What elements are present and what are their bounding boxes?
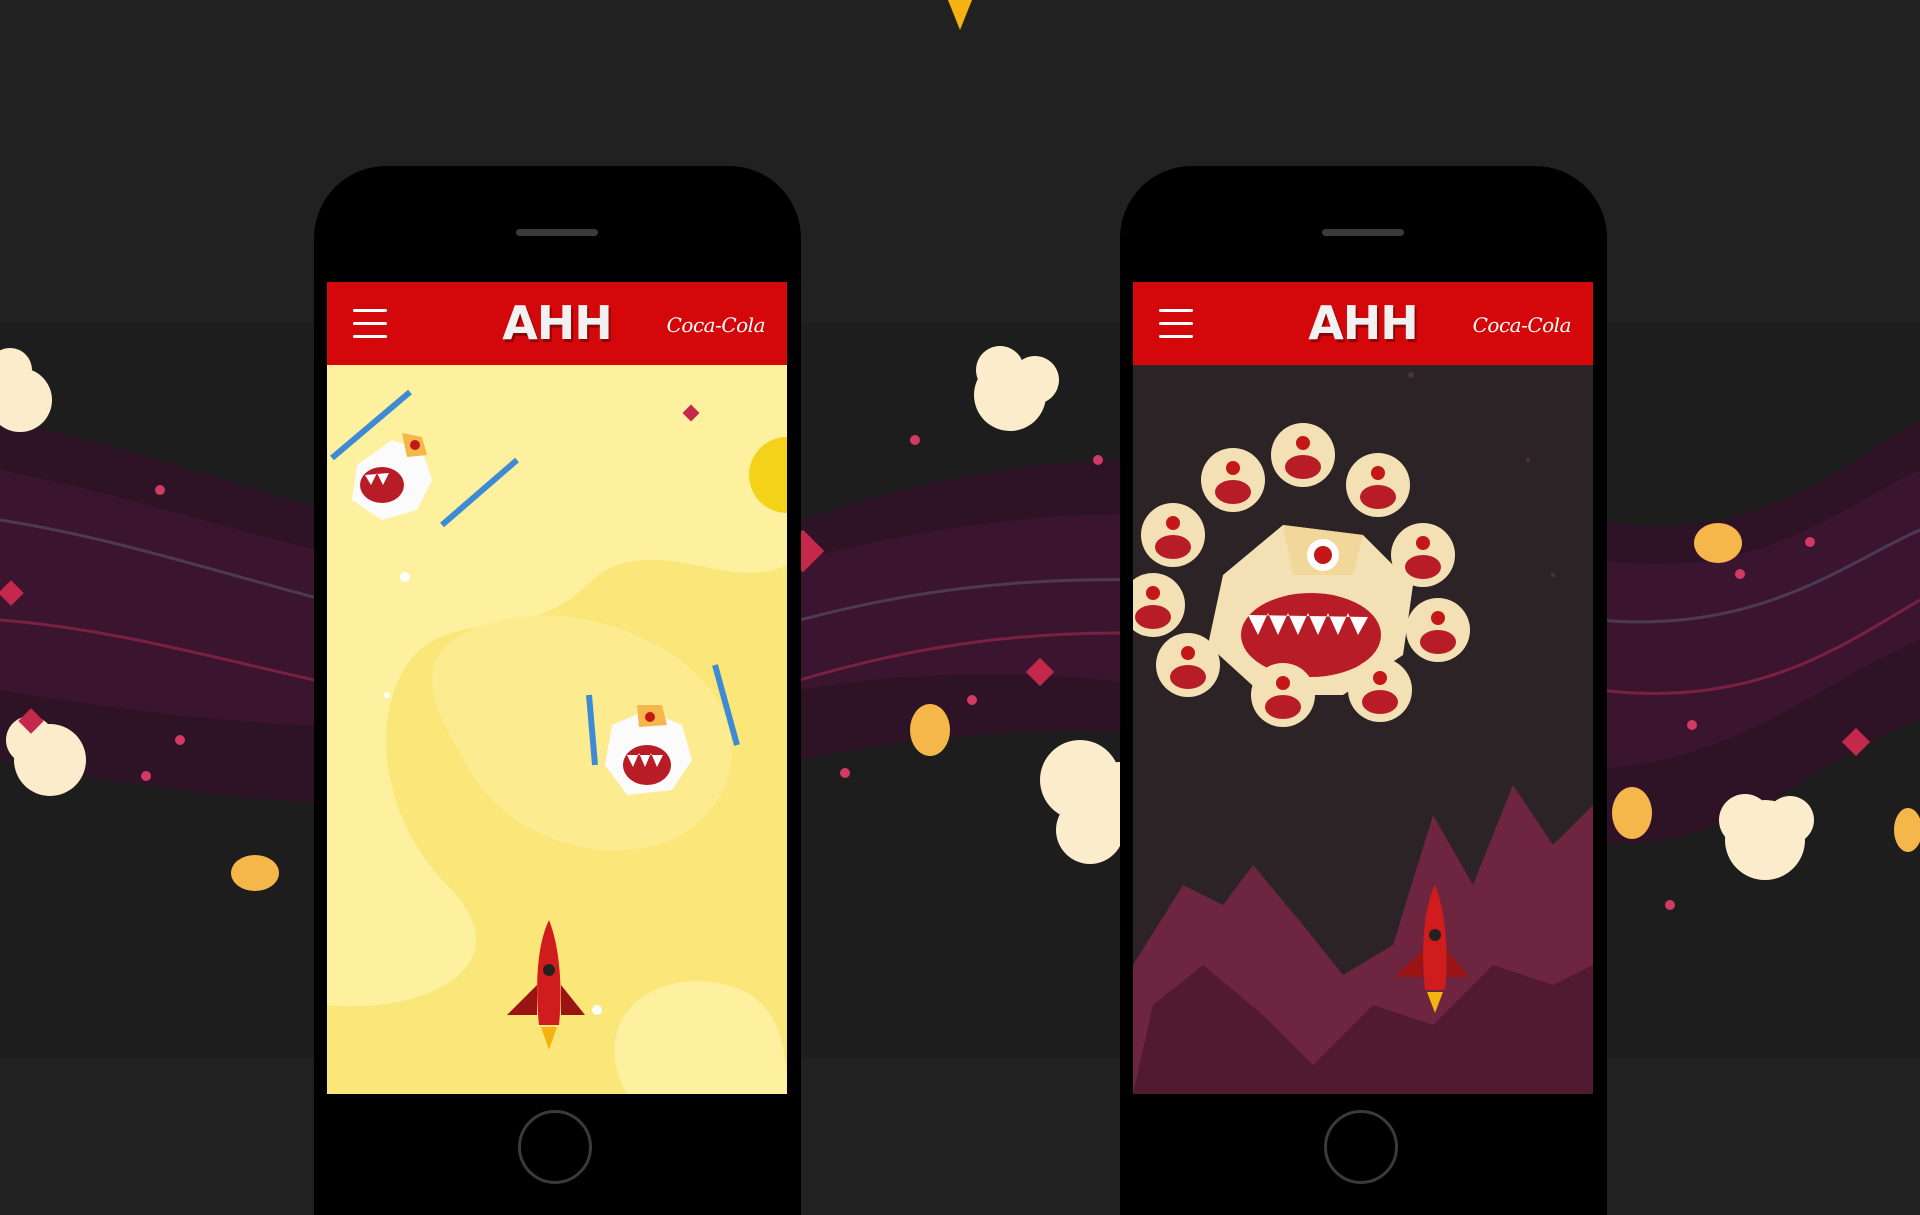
phone-screen: AHH Coca-Cola bbox=[327, 282, 787, 1094]
home-button[interactable] bbox=[1324, 1110, 1398, 1184]
brand-logo: Coca-Cola bbox=[1472, 313, 1572, 337]
phone-speaker bbox=[1322, 229, 1404, 236]
phone-screen: AHH Coca-Cola bbox=[1133, 282, 1593, 1094]
game-area-desert[interactable] bbox=[327, 365, 787, 1094]
phone-mockup-right: AHH Coca-Cola bbox=[1120, 166, 1607, 1215]
game-area-boss[interactable] bbox=[1133, 365, 1593, 1094]
phone-mockup-left: AHH Coca-Cola bbox=[314, 166, 801, 1215]
top-pointer-icon bbox=[948, 0, 972, 30]
app-header: AHH Coca-Cola bbox=[327, 282, 787, 365]
home-button[interactable] bbox=[518, 1110, 592, 1184]
app-header: AHH Coca-Cola bbox=[1133, 282, 1593, 365]
brand-logo: Coca-Cola bbox=[666, 313, 766, 337]
phone-speaker bbox=[516, 229, 598, 236]
background-art bbox=[0, 0, 1920, 910]
